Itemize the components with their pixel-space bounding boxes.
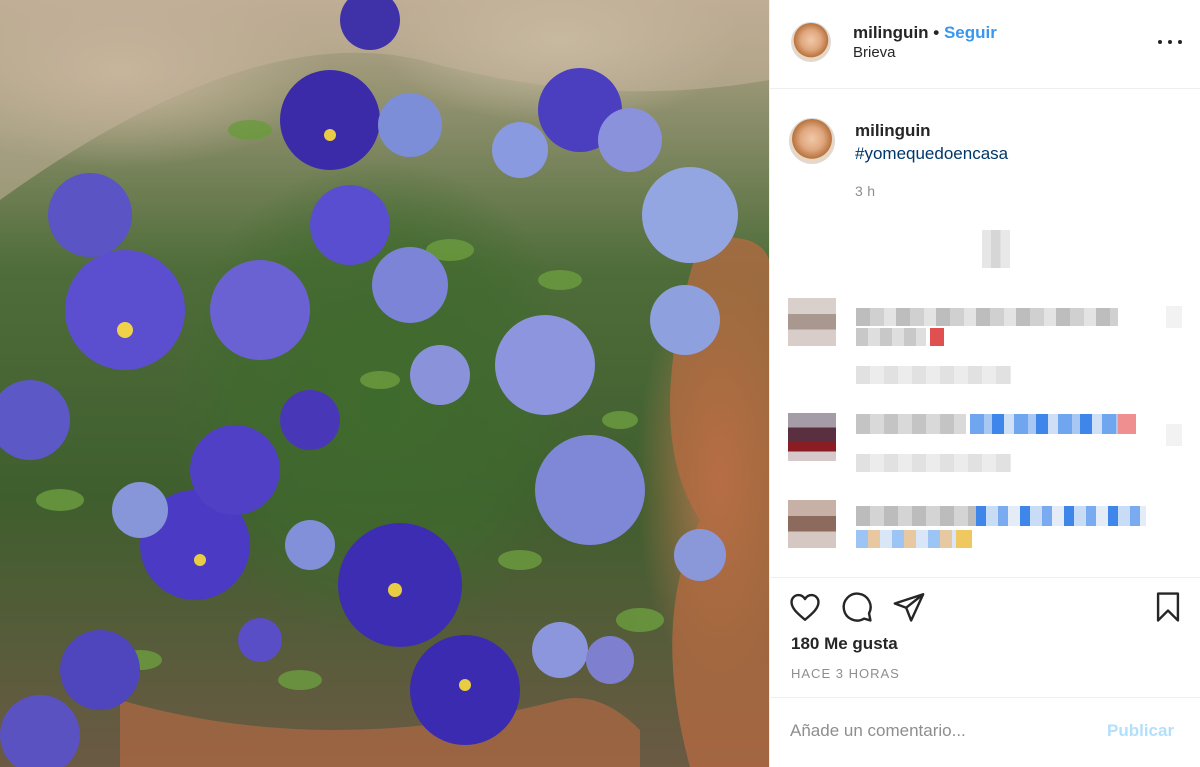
- comment-emoji-blurred: [970, 414, 1120, 434]
- bookmark-icon[interactable]: [1151, 590, 1185, 624]
- post-header: milinguin • Seguir Brieva: [770, 0, 1200, 89]
- comment-avatar: [788, 500, 836, 548]
- flowers-illustration: [0, 0, 769, 767]
- actions-divider: [770, 577, 1200, 578]
- comment-emoji-blurred: [856, 530, 956, 548]
- publish-button[interactable]: Publicar: [1107, 721, 1174, 741]
- separator-dot: •: [933, 23, 940, 42]
- comment-avatar: [788, 413, 836, 461]
- more-options-icon[interactable]: [1158, 32, 1182, 52]
- caption-time: 3 h: [855, 183, 876, 199]
- post-timestamp: HACE 3 HORAS: [791, 666, 900, 681]
- comment-avatar: [788, 298, 836, 346]
- comment-input[interactable]: [790, 714, 1100, 748]
- post-author: milinguin • Seguir: [853, 23, 997, 43]
- comment-emoji-blurred: [976, 506, 1146, 526]
- comment-text-blurred: [856, 308, 1118, 326]
- comment-like-icon[interactable]: [1166, 306, 1182, 328]
- hashtag-link[interactable]: #yomequedoencasa: [855, 144, 1008, 164]
- comment-emoji-blurred: [930, 328, 944, 346]
- author-username[interactable]: milinguin: [853, 23, 929, 42]
- comment-emoji-blurred: [1118, 414, 1136, 434]
- heart-icon[interactable]: [788, 590, 822, 624]
- paper-plane-icon[interactable]: [892, 590, 926, 624]
- likes-count[interactable]: 180 Me gusta: [791, 634, 898, 654]
- comment-emoji-blurred: [956, 530, 972, 548]
- avatar[interactable]: [791, 22, 831, 62]
- follow-button[interactable]: Seguir: [944, 23, 997, 42]
- comment-text-blurred: [856, 414, 966, 434]
- comment-divider: [770, 697, 1200, 698]
- comment-meta-blurred: [856, 366, 1011, 384]
- post-sidebar: milinguin • Seguir Brieva milinguin #yom…: [770, 0, 1200, 767]
- post-photo[interactable]: [0, 0, 769, 767]
- comment-icon[interactable]: [840, 590, 874, 624]
- blurred-emoji: [982, 230, 1010, 268]
- comment-text-blurred: [856, 506, 976, 526]
- caption-avatar[interactable]: [789, 118, 835, 164]
- comment-like-icon[interactable]: [1166, 424, 1182, 446]
- comment-meta-blurred: [856, 454, 1011, 472]
- location-link[interactable]: Brieva: [853, 44, 896, 61]
- caption-username[interactable]: milinguin: [855, 121, 931, 141]
- comment-text-blurred: [856, 328, 926, 346]
